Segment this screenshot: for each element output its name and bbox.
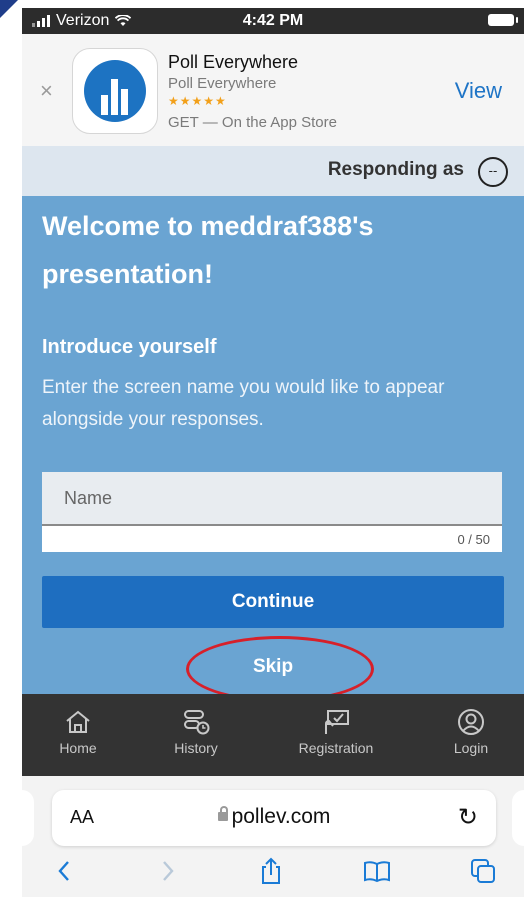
responding-as-bar: Responding as --: [22, 146, 524, 196]
welcome-panel: Welcome to meddraf388's presentation! In…: [22, 196, 524, 702]
nav-login[interactable]: Login: [436, 694, 506, 776]
nav-login-label: Login: [453, 740, 489, 756]
close-banner-icon[interactable]: ×: [40, 78, 53, 104]
battery-icon: [488, 14, 518, 26]
section-heading: Introduce yourself: [42, 336, 217, 358]
nav-home-label: Home: [59, 740, 97, 756]
poll-everywhere-app-icon: [72, 48, 158, 134]
bookmarks-icon: [364, 861, 390, 883]
tabs-button[interactable]: [468, 856, 504, 888]
previous-tab-peek[interactable]: [22, 790, 34, 846]
instructions-text: Enter the screen name you would like to …: [42, 377, 445, 430]
tabs-icon: [471, 859, 495, 883]
forward-icon: [163, 861, 174, 881]
url-display[interactable]: pollev.com: [52, 805, 496, 829]
corner-decoration: [0, 0, 18, 18]
banner-store-line: GET — On the App Store: [168, 114, 337, 131]
name-input[interactable]: [42, 472, 502, 524]
status-time: 4:42 PM: [242, 12, 304, 29]
nav-registration-label: Registration: [298, 740, 374, 756]
char-counter: 0 / 50: [457, 532, 490, 547]
nav-history[interactable]: History: [156, 694, 236, 776]
reload-button[interactable]: ↻: [458, 803, 478, 832]
avatar-button[interactable]: --: [478, 157, 508, 187]
name-field-container: [42, 472, 502, 526]
banner-developer: Poll Everywhere: [168, 75, 277, 92]
share-button[interactable]: [256, 856, 292, 888]
app-store-banner: × Poll Everywhere Poll Everywhere ★★★★★ …: [22, 34, 524, 147]
rating-stars: ★★★★★: [168, 94, 227, 108]
continue-button[interactable]: Continue: [42, 576, 504, 628]
browser-bar: AA pollev.com ↻: [22, 776, 524, 897]
login-icon: [458, 709, 484, 735]
banner-app-name: Poll Everywhere: [168, 52, 299, 72]
home-icon: [66, 710, 90, 733]
address-bar[interactable]: AA pollev.com ↻: [52, 790, 496, 846]
history-icon: [184, 710, 210, 735]
lock-icon: [217, 806, 228, 821]
nav-history-label: History: [174, 740, 218, 756]
responding-as-label: Responding as: [327, 159, 464, 180]
highlight-annotation-circle: [186, 636, 374, 702]
registration-icon: [325, 710, 349, 734]
back-icon: [58, 861, 69, 881]
nav-registration[interactable]: Registration: [284, 694, 388, 776]
phone-screen: Verizon 4:42 PM × Poll Everywhere Poll E…: [22, 8, 524, 897]
next-tab-peek[interactable]: [512, 790, 524, 846]
status-bar: Verizon 4:42 PM: [22, 8, 524, 34]
char-counter-bar: 0 / 50: [42, 526, 502, 552]
back-button[interactable]: [50, 856, 86, 888]
forward-button[interactable]: [152, 856, 188, 888]
bottom-nav: Home History Registration Login: [22, 694, 524, 776]
bookmarks-button[interactable]: [362, 856, 398, 888]
nav-home[interactable]: Home: [40, 694, 116, 776]
url-text: pollev.com: [231, 805, 331, 828]
view-app-button[interactable]: View: [455, 78, 502, 104]
share-icon: [262, 857, 280, 884]
page-title: Welcome to meddraf388's presentation!: [42, 211, 374, 289]
